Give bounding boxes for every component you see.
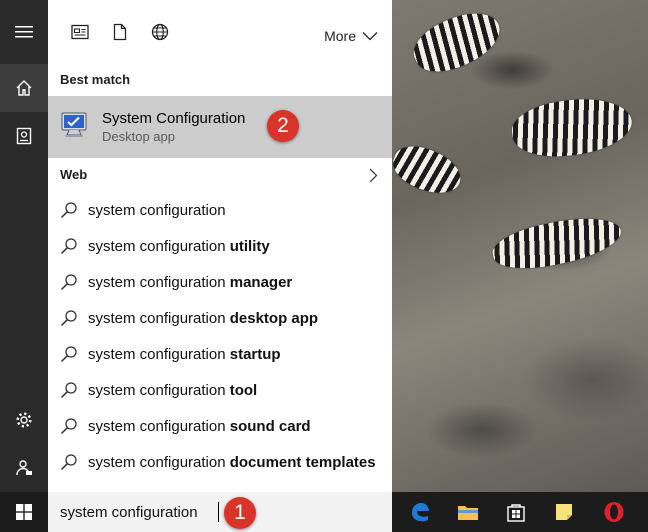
edge-icon [412,503,429,522]
desktop-wallpaper [387,0,648,492]
start-rail [0,0,48,492]
web-section-header[interactable]: Web [48,158,392,192]
sticky-note-icon [556,504,572,520]
web-suggestion[interactable]: system configuration startup [48,336,392,372]
search-icon [60,416,80,436]
web-suggestion[interactable]: system configuration sound card [48,408,392,444]
search-icon [60,380,80,400]
feedback-button[interactable] [0,444,48,492]
suggestion-prefix: system configuration [88,417,230,435]
search-icon [60,200,80,220]
store-taskbar-button[interactable] [492,492,540,532]
documents-filter-button[interactable] [100,12,140,52]
suggestion-prefix: system configuration [88,237,230,255]
edge-taskbar-button[interactable] [396,492,444,532]
web-suggestion[interactable]: system configuration manager [48,264,392,300]
best-match-subtitle: Desktop app [102,129,175,144]
gear-icon [16,412,32,428]
suggestion-emphasis: sound card [229,417,311,435]
chevron-right-icon [369,168,378,183]
windows-logo-icon [16,504,32,520]
file-explorer-taskbar-button[interactable] [444,492,492,532]
start-button[interactable] [0,492,48,532]
suggestion-text: system configuration [88,201,226,219]
globe-icon [151,23,169,41]
home-button[interactable] [0,64,48,112]
zebra-decoration [508,91,636,164]
apps-filter-icon [71,24,89,40]
home-icon [16,80,32,96]
zebra-decoration [387,139,467,201]
web-filter-button[interactable] [140,12,180,52]
apps-filter-button[interactable] [60,12,100,52]
search-icon [60,452,80,472]
web-suggestion[interactable]: system configuration desktop app [48,300,392,336]
settings-button[interactable] [0,396,48,444]
suggestion-emphasis: startup [229,345,281,363]
msconfig-icon [60,112,88,143]
sticky-notes-taskbar-button[interactable] [540,492,588,532]
notebook-icon [16,127,32,145]
notebook-button[interactable] [0,112,48,160]
document-icon [113,23,127,41]
zebra-decoration [489,208,625,278]
callout-badge-2: 2 [267,110,299,142]
web-suggestion[interactable]: system configuration tool [48,372,392,408]
web-suggestion[interactable]: system configuration document templates [48,444,392,480]
suggestion-emphasis: document templates [229,453,376,471]
feedback-icon [16,460,32,476]
web-suggestion[interactable]: system configuration utility [48,228,392,264]
suggestion-emphasis: tool [229,381,258,399]
search-icon [60,308,80,328]
search-icon [60,272,80,292]
taskbar: 1 [0,492,648,532]
suggestion-prefix: system configuration [88,453,230,471]
suggestion-emphasis: desktop app [229,309,319,327]
best-match-heading: Best match [60,72,131,87]
text-caret [218,502,219,522]
folder-icon [458,506,478,520]
opera-taskbar-button[interactable] [590,492,638,532]
more-label: More [324,28,356,44]
search-icon [60,344,80,364]
more-filters-button[interactable]: More [324,28,378,44]
store-icon [507,504,525,522]
zebra-decoration [406,1,508,83]
suggestion-prefix: system configuration [88,381,230,399]
opera-icon [604,502,624,522]
suggestion-prefix: system configuration [88,345,230,363]
best-match-item[interactable]: System Configuration Desktop app 2 [48,96,392,158]
filter-bar: More [48,0,392,64]
suggestion-emphasis: manager [229,273,293,291]
search-input[interactable] [60,503,220,521]
hamburger-icon [15,26,33,38]
search-icon [60,236,80,256]
hamburger-button[interactable] [0,0,48,64]
search-results-panel: More Best match System Configuration Des… [48,0,392,492]
callout-badge-1: 1 [224,497,256,529]
suggestion-prefix: system configuration [88,309,230,327]
web-suggestion[interactable]: system configuration [48,192,392,228]
web-suggestions-list: system configuration system configuratio… [48,192,392,480]
chevron-down-icon [362,32,378,41]
web-heading: Web [60,167,88,182]
taskbar-search-box[interactable]: 1 [48,492,392,532]
best-match-title: System Configuration [102,110,246,127]
suggestion-emphasis: utility [229,237,270,255]
suggestion-prefix: system configuration [88,273,230,291]
